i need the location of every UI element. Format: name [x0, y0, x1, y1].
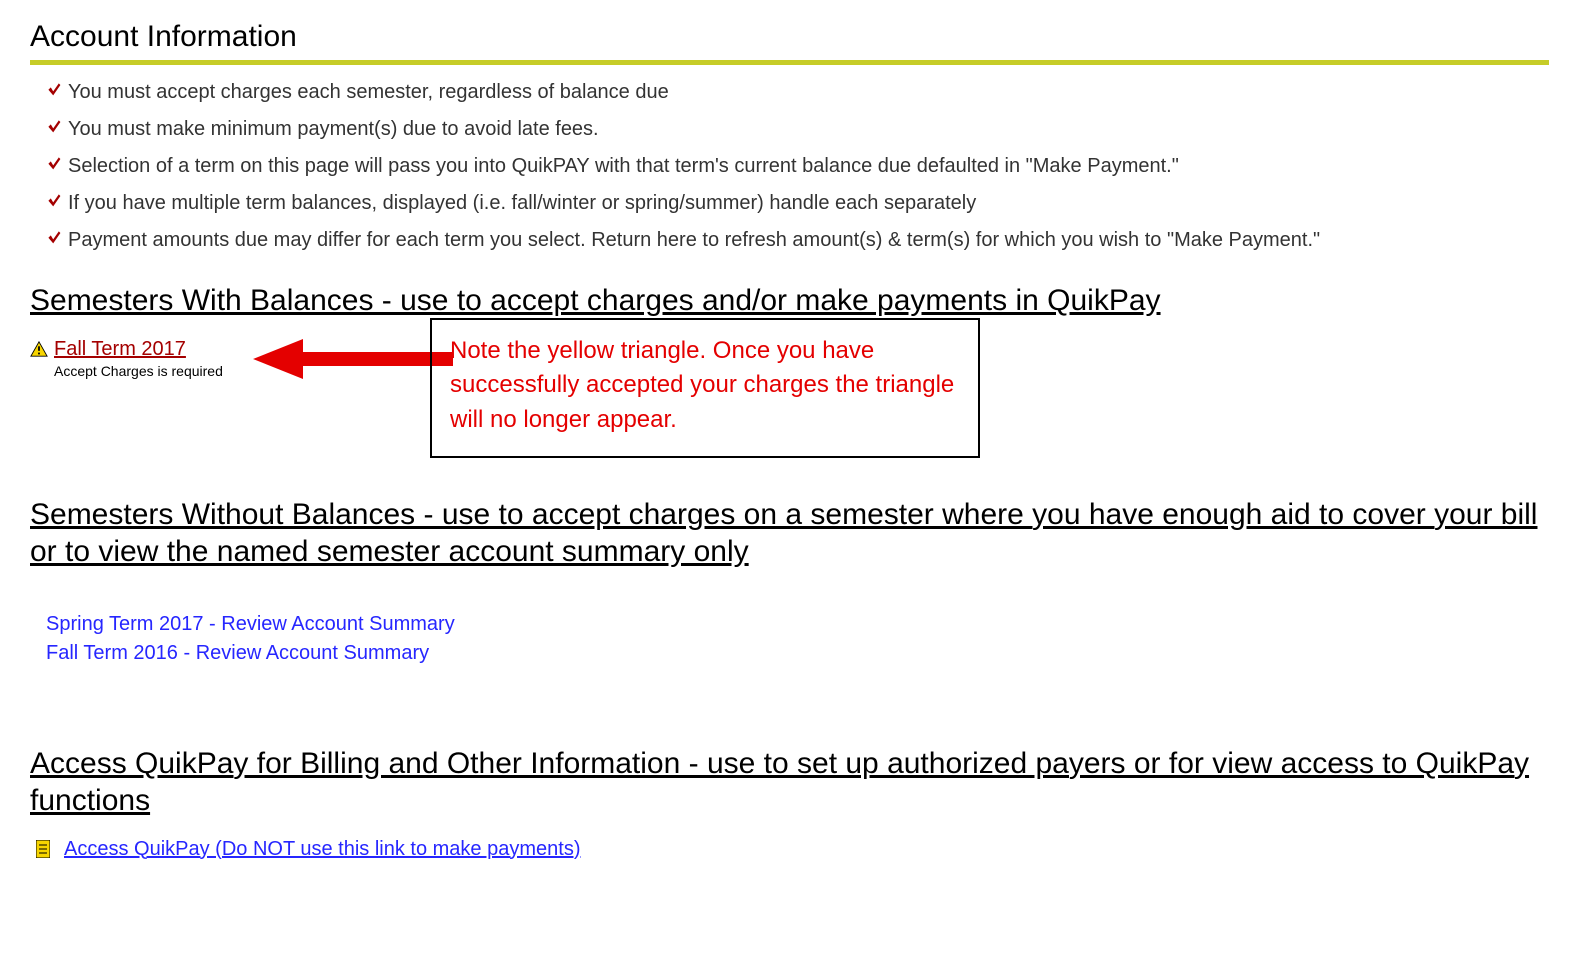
spring-2017-summary-link[interactable]: Spring Term 2017 - Review Account Summar… — [46, 613, 1549, 636]
info-bullet: You must make minimum payment(s) due to … — [46, 116, 1549, 143]
fall-2016-summary-link[interactable]: Fall Term 2016 - Review Account Summary — [46, 642, 1549, 665]
info-bullet-list: You must accept charges each semester, r… — [30, 79, 1549, 254]
bullet-text: You must make minimum payment(s) due to … — [68, 118, 599, 140]
bullet-text: You must accept charges each semester, r… — [68, 81, 669, 103]
document-icon — [36, 840, 50, 858]
check-icon — [46, 155, 62, 171]
info-bullet: Payment amounts due may differ for each … — [46, 227, 1549, 254]
bullet-text: If you have multiple term balances, disp… — [68, 192, 976, 214]
history-links: Spring Term 2017 - Review Account Summar… — [46, 613, 1549, 665]
check-icon — [46, 81, 62, 97]
check-icon — [46, 192, 62, 208]
check-icon — [46, 229, 62, 245]
bullet-text: Payment amounts due may differ for each … — [68, 229, 1320, 251]
section-heading-with-balances: Semesters With Balances - use to accept … — [30, 282, 1549, 320]
bullet-text: Selection of a term on this page will pa… — [68, 155, 1179, 177]
term-line: Fall Term 2017 — [30, 338, 223, 361]
arrow-left-icon — [253, 334, 453, 389]
access-quikpay-link[interactable]: Access QuikPay (Do NOT use this link to … — [64, 838, 580, 861]
check-icon — [46, 118, 62, 134]
accept-charges-required-text: Accept Charges is required — [54, 363, 223, 379]
page-title: Account Information — [30, 20, 1549, 54]
section-heading-without-balances: Semesters Without Balances - use to acce… — [30, 496, 1549, 571]
warning-triangle-icon — [30, 340, 48, 358]
annotation-note-box: Note the yellow triangle. Once you have … — [430, 318, 980, 458]
quikpay-row: Access QuikPay (Do NOT use this link to … — [36, 838, 1549, 861]
term-with-balance-row: Fall Term 2017 Accept Charges is require… — [30, 338, 1549, 468]
info-bullet: If you have multiple term balances, disp… — [46, 190, 1549, 217]
section-heading-quikpay: Access QuikPay for Billing and Other Inf… — [30, 745, 1549, 820]
info-bullet: You must accept charges each semester, r… — [46, 79, 1549, 106]
fall-term-link[interactable]: Fall Term 2017 — [54, 338, 186, 361]
accent-rule — [30, 60, 1549, 65]
term-block: Fall Term 2017 Accept Charges is require… — [30, 338, 223, 379]
info-bullet: Selection of a term on this page will pa… — [46, 153, 1549, 180]
